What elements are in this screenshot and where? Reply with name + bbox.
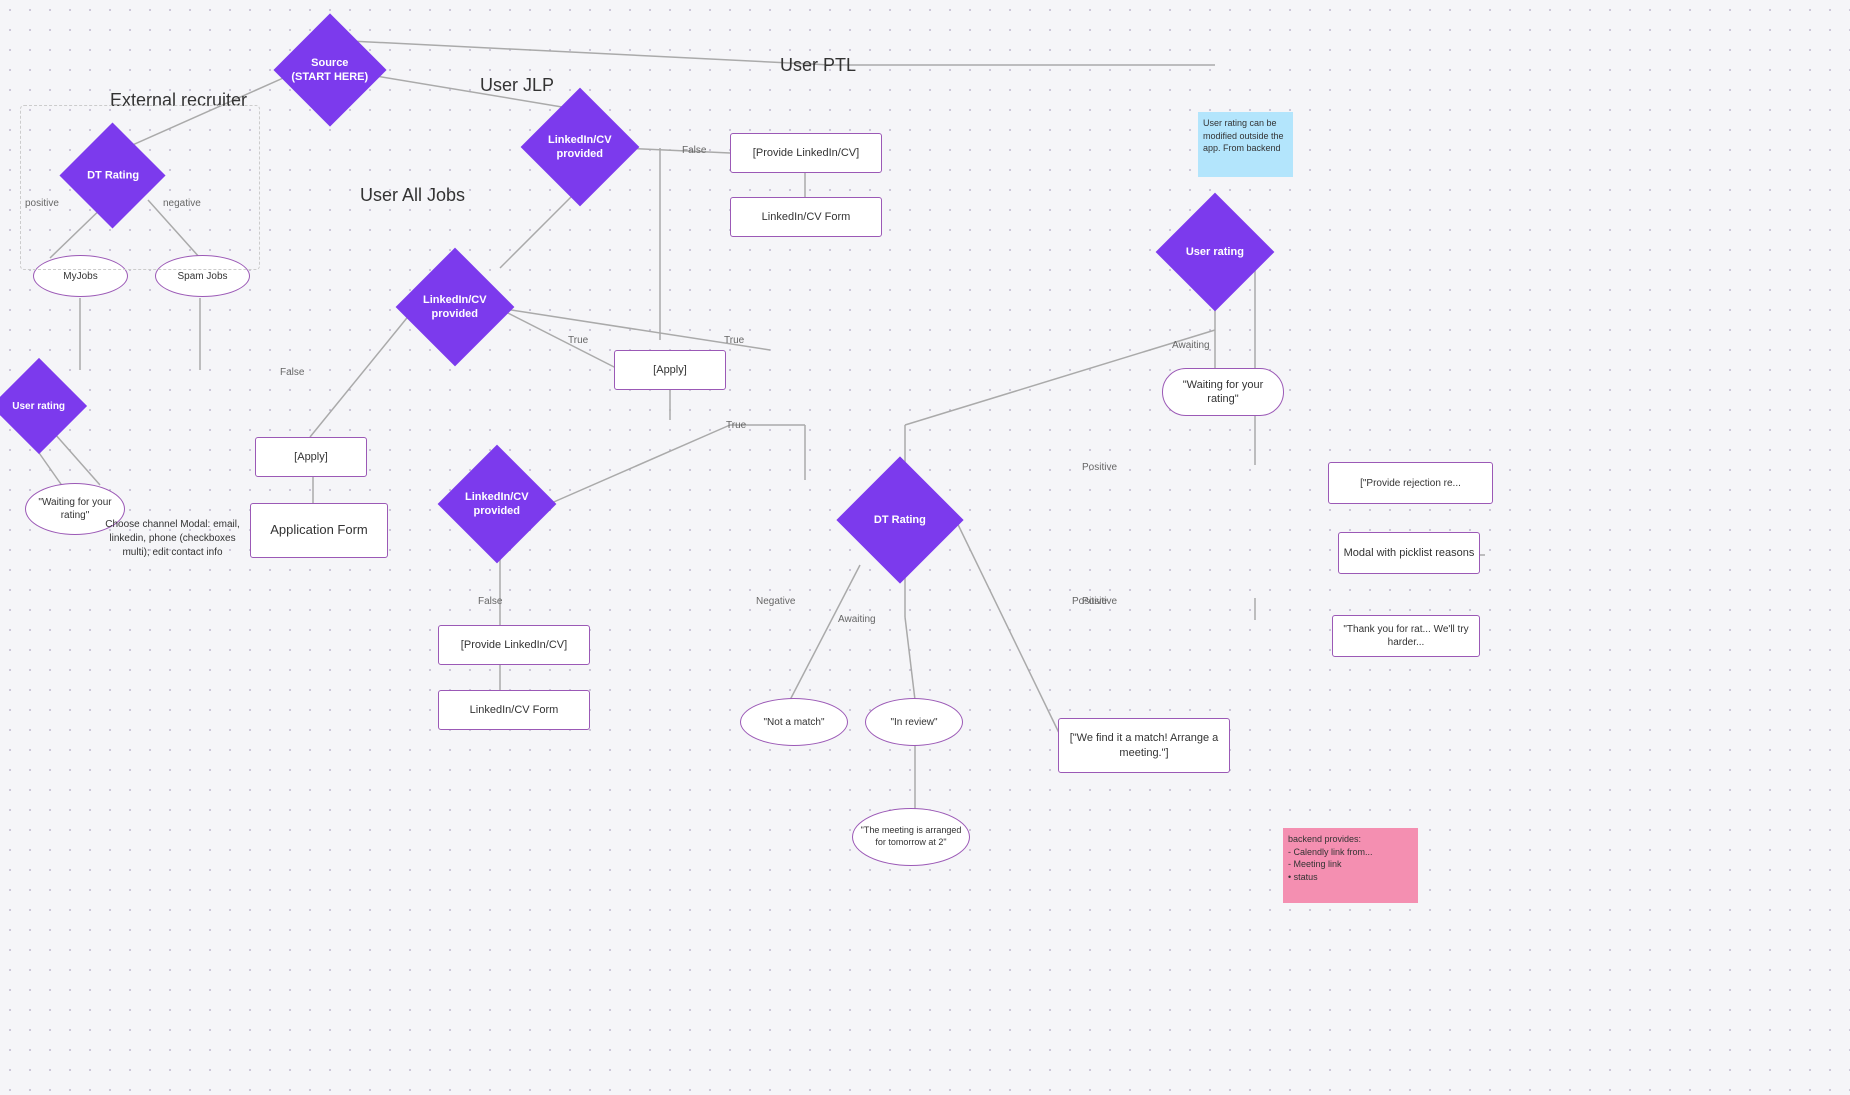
dt-rating-left-label: DT Rating [68,168,158,182]
flow-canvas: External recruiter User JLP User PTL Use… [0,0,1850,1095]
thank-you-box: "Thank you for rat... We'll try harder..… [1332,615,1480,657]
section-user-ptl: User PTL [780,55,856,76]
modal-picklist-box: Modal with picklist reasons [1338,532,1480,574]
edge-label-negative2: Negative [756,596,795,607]
linkedin-form-bot-box: LinkedIn/CV Form [438,690,590,730]
linkedin-cv-jlp-mid-label: LinkedIn/CVprovided [410,293,500,322]
choose-channel-label: Choose channel Modal: email, linkedin, p… [95,518,250,560]
my-jobs-ellipse: MyJobs [33,255,128,297]
user-rating-right-label: User rating [1170,245,1260,259]
edge-label-true-bot: True [726,420,746,431]
edge-label-false-top: False [682,145,706,156]
edge-label-positive-right: Positive [1082,462,1117,473]
user-rating-right-diamond[interactable]: User rating [1156,193,1275,312]
dt-rating-mid-label: DT Rating [855,513,945,527]
source-diamond[interactable]: Source(START HERE) [273,13,386,126]
user-rating-left-label: User rating [0,400,84,413]
apply-all-box: [Apply] [255,437,367,477]
edge-label-false-all: False [280,367,304,378]
arrange-meeting-box: ["We find it a match! Arrange a meeting.… [1058,718,1230,773]
edge-label-true-mid: True [568,335,588,346]
note-blue-user-rating: User rating can be modified outside the … [1198,112,1293,177]
user-rating-left-diamond[interactable]: User rating [0,358,87,454]
edge-label-negative: negative [163,198,201,209]
note-pink-backend: backend provides:- Calendly link from...… [1283,828,1418,903]
application-form-box: Application Form [250,503,388,558]
meeting-tomorrow-ellipse: "The meeting is arranged for tomorrow at… [852,808,970,866]
waiting-rating-right-box: "Waiting for your rating" [1162,368,1284,416]
linkedin-cv-jlp-top-diamond[interactable]: LinkedIn/CVprovided [521,88,640,207]
provide-linkedin-bot-box: [Provide LinkedIn/CV] [438,625,590,665]
provide-linkedin-top-box: [Provide LinkedIn/CV] [730,133,882,173]
not-a-match-ellipse: "Not a match" [740,698,848,746]
linkedin-cv-jlp-bot-label: LinkedIn/CVprovided [452,490,542,519]
edge-label-true-top2: True [724,335,744,346]
edge-label-false-mid: False [478,596,502,607]
edge-label-awaiting-mid: Awaiting [838,614,876,625]
provide-rejection-box: ["Provide rejection re... [1328,462,1493,504]
edge-label-positive: positive [25,198,59,209]
edge-label-awaiting-right: Awaiting [1172,340,1210,351]
in-review-ellipse: "In review" [865,698,963,746]
apply-jlp-box: [Apply] [614,350,726,390]
dt-rating-left-diamond[interactable]: DT Rating [59,122,165,228]
linkedin-cv-jlp-mid-diamond[interactable]: LinkedIn/CVprovided [396,248,515,367]
linkedin-form-top-box: LinkedIn/CV Form [730,197,882,237]
source-label: Source(START HERE) [285,56,375,85]
linkedin-cv-jlp-bot-diamond[interactable]: LinkedIn/CVprovided [438,445,557,564]
section-user-jlp: User JLP [480,75,554,96]
linkedin-cv-jlp-top-label: LinkedIn/CVprovided [535,133,625,162]
edge-label-positive-bot: Positive [1082,596,1117,607]
dt-rating-mid-diamond[interactable]: DT Rating [836,456,963,583]
section-external-recruiter: External recruiter [110,90,247,111]
spam-jobs-ellipse: Spam Jobs [155,255,250,297]
section-user-all-jobs: User All Jobs [360,185,465,206]
